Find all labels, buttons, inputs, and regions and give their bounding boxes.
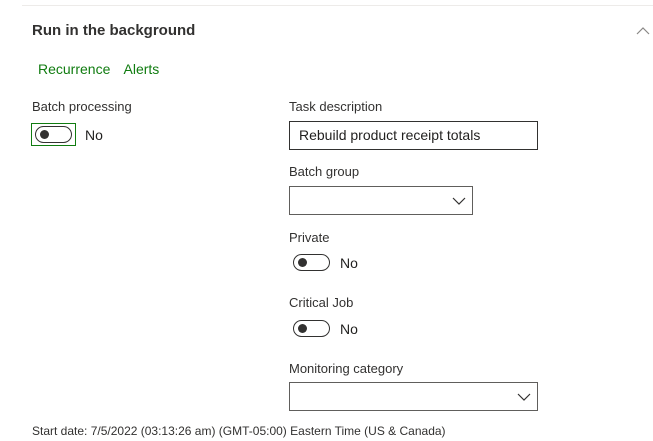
task-description-label: Task description	[289, 99, 383, 114]
private-switch[interactable]	[293, 254, 330, 271]
private-value: No	[340, 254, 358, 271]
collapse-section-button[interactable]	[634, 22, 652, 40]
critical-job-value: No	[340, 320, 358, 337]
private-label: Private	[289, 230, 330, 245]
monitoring-category-label: Monitoring category	[289, 361, 404, 376]
toggle-knob	[298, 258, 307, 267]
toggle-focus-ring	[31, 123, 76, 146]
chevron-up-icon	[636, 27, 650, 35]
monitoring-category-select[interactable]	[289, 382, 538, 411]
toggle-knob	[40, 130, 49, 139]
alerts-link[interactable]: Alerts	[124, 61, 160, 77]
critical-job-switch[interactable]	[293, 320, 330, 337]
recurrence-link[interactable]: Recurrence	[38, 61, 110, 77]
chevron-down-icon	[517, 393, 531, 401]
batch-processing-toggle[interactable]: No	[31, 123, 103, 146]
chevron-down-icon	[452, 197, 466, 205]
critical-job-label: Critical Job	[289, 295, 354, 310]
batch-group-select[interactable]	[289, 186, 473, 215]
section-divider	[22, 5, 653, 6]
start-date-text: Start date: 7/5/2022 (03:13:26 am) (GMT-…	[32, 424, 446, 438]
batch-processing-value: No	[85, 126, 103, 143]
critical-job-toggle[interactable]: No	[293, 320, 358, 337]
task-description-input[interactable]: Rebuild product receipt totals	[289, 121, 538, 150]
section-title: Run in the background	[32, 22, 196, 39]
batch-processing-label: Batch processing	[32, 99, 132, 114]
batch-processing-switch[interactable]	[35, 126, 72, 143]
section-links: Recurrence Alerts	[38, 61, 169, 77]
toggle-knob	[298, 324, 307, 333]
private-toggle[interactable]: No	[293, 254, 358, 271]
batch-group-label: Batch group	[289, 164, 360, 179]
